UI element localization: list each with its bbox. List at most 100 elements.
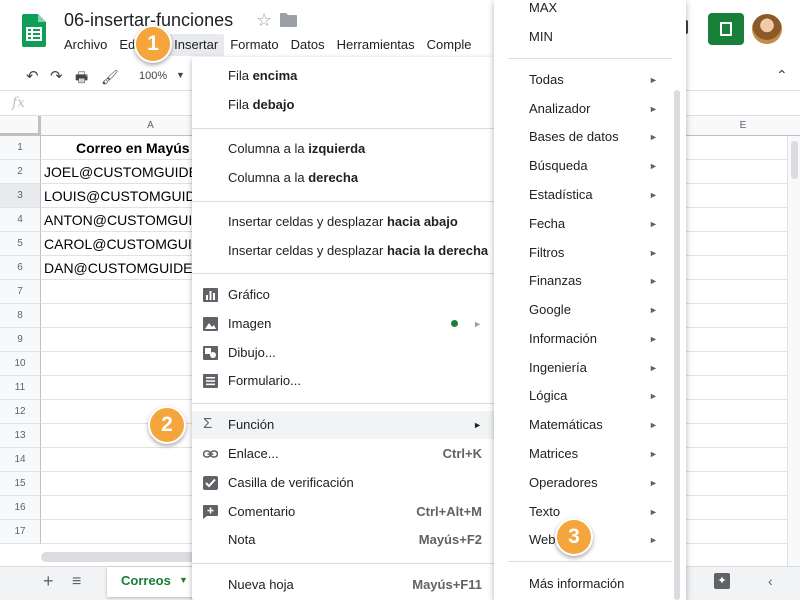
row-header[interactable]: 8 [0, 304, 41, 328]
share-button[interactable] [708, 13, 744, 45]
row-header[interactable]: 5 [0, 232, 41, 256]
menu-complementos[interactable]: Comple [421, 34, 478, 56]
function-category[interactable]: Texto ► [494, 498, 684, 526]
menu-item-celdas-derecha[interactable]: Insertar celdas y desplazar hacia la der… [192, 237, 510, 265]
function-item-min[interactable]: MIN [494, 23, 684, 51]
row-header[interactable]: 14 [0, 448, 41, 472]
function-category[interactable]: Información ► [494, 325, 684, 353]
submenu-scrollbar[interactable] [674, 90, 680, 600]
function-category[interactable]: Operadores ► [494, 469, 684, 497]
function-category[interactable]: Todas ► [494, 66, 684, 94]
menu-item-enlace[interactable]: Enlace... Ctrl+K [192, 440, 510, 468]
function-category[interactable]: Google ► [494, 296, 684, 324]
row-header[interactable]: 12 [0, 400, 41, 424]
row-header[interactable]: 10 [0, 352, 41, 376]
menu-item-fila-debajo[interactable]: Fila debajo [192, 91, 510, 119]
cell-a5[interactable]: CAROL@CUSTOMGUIDE [44, 232, 194, 256]
sheet-tab[interactable]: Correos ▼ [107, 567, 197, 597]
row-header[interactable]: 11 [0, 376, 41, 400]
function-category[interactable]: Filtros ► [494, 239, 684, 267]
chevron-down-icon[interactable]: ▼ [176, 70, 185, 80]
menu-archivo[interactable]: Archivo [58, 34, 113, 56]
more-information-link[interactable]: Más información [494, 570, 684, 598]
collapse-toolbar-icon[interactable]: ⌃ [776, 67, 788, 84]
redo-icon[interactable]: ↷ [50, 68, 63, 86]
horizontal-scrollbar[interactable] [41, 552, 201, 562]
menu-item-columna-derecha[interactable]: Columna a la derecha [192, 164, 510, 192]
folder-icon[interactable] [280, 13, 297, 27]
undo-icon[interactable]: ↶ [26, 68, 39, 86]
function-category[interactable]: Analizador ► [494, 95, 684, 123]
explore-icon[interactable]: ✦ [714, 573, 730, 589]
select-all-corner[interactable] [0, 116, 41, 136]
menu-item-celdas-abajo[interactable]: Insertar celdas y desplazar hacia abajo [192, 208, 510, 236]
menu-item-label: Columna a la [228, 141, 309, 156]
row-header[interactable]: 13 [0, 424, 41, 448]
menu-item-imagen[interactable]: Imagen ► [192, 310, 510, 338]
row-header[interactable]: 3 [0, 184, 41, 208]
row-header[interactable]: 17 [0, 520, 41, 544]
vertical-scrollbar[interactable] [787, 136, 800, 566]
menu-item-label: Comentario [228, 504, 296, 519]
menu-formato[interactable]: Formato [224, 34, 284, 56]
chevron-down-icon[interactable]: ▼ [179, 575, 188, 585]
row-header[interactable]: 7 [0, 280, 41, 304]
menu-item-funcion[interactable]: Σ Función ► [192, 411, 510, 439]
submenu-arrow-icon: ► [649, 161, 658, 171]
function-category[interactable]: Estadística ► [494, 181, 684, 209]
cell-a3[interactable]: LOUIS@CUSTOMGUIDE [44, 184, 194, 208]
scrollbar-thumb[interactable] [791, 141, 798, 179]
function-category[interactable]: Matemáticas ► [494, 411, 684, 439]
function-category[interactable]: Matrices ► [494, 440, 684, 468]
menu-insertar[interactable]: Insertar [168, 34, 225, 56]
star-icon[interactable]: ☆ [256, 10, 272, 30]
drawing-icon [203, 346, 218, 360]
row-header[interactable]: 16 [0, 496, 41, 520]
function-category[interactable]: Fecha ► [494, 210, 684, 238]
add-sheet-icon[interactable]: + [43, 571, 54, 592]
submenu-arrow-icon: ► [649, 276, 658, 286]
menu-item-label-bold: hacia abajo [386, 214, 458, 229]
menu-item-comentario[interactable]: Comentario Ctrl+Alt+M [192, 498, 510, 526]
link-icon [203, 450, 218, 458]
menu-divider [192, 273, 494, 274]
menu-item-nueva-hoja[interactable]: Nueva hoja Mayús+F11 [192, 571, 510, 599]
menu-item-grafico[interactable]: Gráfico [192, 281, 510, 309]
column-header-e[interactable]: E [686, 116, 800, 136]
menu-item-formulario[interactable]: Formulario... [192, 367, 510, 395]
sheets-logo-icon[interactable] [22, 14, 46, 47]
menu-item-columna-izquierda[interactable]: Columna a la izquierda [192, 135, 510, 163]
row-header[interactable]: 1 [0, 136, 41, 160]
row-header[interactable]: 15 [0, 472, 41, 496]
avatar[interactable] [752, 14, 782, 44]
row-header[interactable]: 9 [0, 328, 41, 352]
row-header[interactable]: 6 [0, 256, 41, 280]
row-header[interactable]: 2 [0, 160, 41, 184]
menu-herramientas[interactable]: Herramientas [331, 34, 421, 56]
function-item-max[interactable]: MAX [494, 0, 684, 22]
function-submenu: MAX MIN Todas ► Analizador ► Bases de dato… [494, 0, 686, 600]
menu-item-nota[interactable]: Nota Mayús+F2 [192, 526, 510, 554]
menu-datos[interactable]: Datos [285, 34, 331, 56]
function-category[interactable]: Ingeniería ► [494, 354, 684, 382]
menu-item-label: Formulario... [228, 373, 301, 388]
function-category[interactable]: Bases de datos ► [494, 123, 684, 151]
zoom-select[interactable]: 100% [139, 70, 167, 82]
cell-a4[interactable]: ANTON@CUSTOMGUIDE [44, 208, 194, 232]
function-category[interactable]: Finanzas ► [494, 267, 684, 295]
image-icon [203, 317, 218, 331]
menu-item-label: Insertar celdas y desplazar [228, 214, 387, 229]
menu-item-fila-encima[interactable]: Fila encima [192, 62, 510, 90]
function-category[interactable]: Lógica ► [494, 382, 684, 410]
chevron-left-icon[interactable]: ‹ [768, 573, 773, 589]
all-sheets-icon[interactable]: ≡ [72, 573, 81, 591]
print-icon[interactable]: 🖶 [75, 68, 88, 86]
menu-item-casilla[interactable]: Casilla de verificación [192, 469, 510, 497]
menu-item-dibujo[interactable]: Dibujo... [192, 339, 510, 367]
cell-a2[interactable]: JOEL@CUSTOMGUIDE [44, 160, 194, 184]
cell-a6[interactable]: DAN@CUSTOMGUIDE [44, 256, 194, 280]
row-header[interactable]: 4 [0, 208, 41, 232]
paint-format-icon[interactable]: 🖌 [101, 68, 119, 86]
function-category[interactable]: Búsqueda ► [494, 152, 684, 180]
submenu-arrow-icon: ► [649, 219, 658, 229]
